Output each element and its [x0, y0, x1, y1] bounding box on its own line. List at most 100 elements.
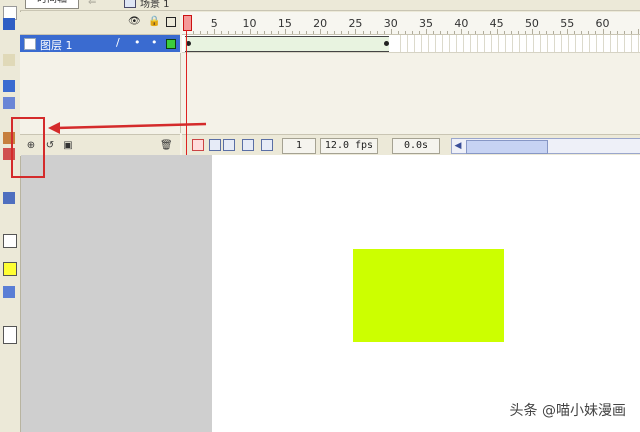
timeline-toggle-button[interactable]: 时间轴 — [25, 0, 79, 9]
frame-ruler[interactable]: 151015202530354045505560 — [182, 12, 640, 35]
rectangle-shape[interactable] — [353, 249, 504, 342]
ruler-tick — [539, 31, 540, 34]
pen-tool-icon[interactable] — [3, 97, 15, 109]
ruler-tick — [574, 31, 576, 34]
ruler-tick — [630, 31, 632, 34]
ruler-tick — [390, 29, 392, 34]
timeline-status-bar: 1 12.0 fps 0.0s ◀ — [182, 134, 640, 156]
elapsed-time-field: 0.0s — [392, 138, 440, 154]
ruler-tick — [284, 29, 286, 34]
ruler-tick — [440, 31, 442, 34]
ruler-tick — [369, 31, 371, 34]
playhead-line — [186, 30, 187, 155]
ruler-tick — [277, 31, 279, 34]
ruler-tick — [341, 31, 343, 34]
ruler-tick — [468, 31, 470, 34]
empty-frames[interactable] — [394, 35, 640, 52]
ruler-tick — [531, 29, 533, 34]
outline-color-icon[interactable] — [166, 39, 176, 49]
ruler-tick — [214, 29, 216, 34]
layer-row[interactable]: 图层 1 / • • — [20, 35, 180, 52]
ruler-tick — [546, 31, 548, 34]
add-motion-guide-icon[interactable]: ↺ — [44, 140, 56, 151]
ruler-tick — [320, 29, 322, 34]
watermark: 头条 @喵小妹漫画 — [509, 403, 626, 419]
ruler-tick — [235, 31, 237, 34]
ruler-tick — [616, 31, 618, 34]
outline-icon[interactable] — [166, 17, 176, 27]
ruler-tick — [306, 31, 308, 34]
scene-icon — [124, 0, 136, 8]
pointer-arrow-icon — [48, 122, 207, 134]
ruler-tick — [602, 29, 604, 34]
ruler-tick — [334, 31, 336, 34]
pencil-icon: / — [116, 36, 120, 49]
onion-skin-icon[interactable] — [209, 139, 221, 151]
subselect-tool-icon[interactable] — [3, 18, 15, 30]
ruler-tick — [454, 31, 456, 34]
ruler-tick — [433, 31, 435, 34]
ruler-tick — [221, 31, 223, 34]
ruler-tick — [503, 31, 505, 34]
ruler-tick — [496, 29, 498, 34]
ruler-tick — [376, 31, 378, 34]
ruler-tick — [207, 31, 209, 34]
trash-icon[interactable]: 🗑 — [160, 140, 173, 151]
ruler-tick — [553, 31, 555, 34]
ruler-tick — [291, 31, 293, 34]
ruler-tick — [193, 31, 195, 34]
ruler-tick — [609, 31, 611, 34]
ruler-tick — [581, 31, 583, 34]
ruler-tick — [256, 31, 258, 34]
keyframe-end[interactable] — [384, 41, 389, 46]
back-arrow-icon[interactable]: ⇐ — [88, 0, 108, 8]
ruler-tick — [623, 31, 625, 34]
ruler-tick — [475, 31, 477, 34]
lasso-tool-icon[interactable] — [3, 80, 15, 92]
lock-dot-icon[interactable]: • — [151, 36, 158, 49]
ruler-tick — [560, 31, 562, 34]
scene-breadcrumb[interactable]: 场景 1 — [124, 0, 170, 10]
fill-color-icon[interactable] — [3, 262, 17, 276]
tween-span[interactable] — [185, 36, 389, 52]
edit-multiple-frames-icon[interactable] — [242, 139, 254, 151]
center-frame-icon[interactable] — [192, 139, 204, 151]
swap-colors-icon[interactable] — [3, 286, 15, 298]
lock-icon[interactable]: 🔒 — [148, 17, 160, 27]
frame-rate-field[interactable]: 12.0 fps — [320, 138, 378, 154]
eye-icon[interactable]: 👁 — [128, 17, 141, 27]
insert-folder-icon[interactable]: ▣ — [62, 140, 74, 151]
ruler-tick — [355, 29, 357, 34]
modify-onion-markers-icon[interactable] — [261, 139, 273, 151]
ruler-tick — [517, 31, 519, 34]
ruler-tick — [404, 31, 406, 34]
layer-name[interactable]: 图层 1 — [40, 37, 73, 53]
line-tool-icon[interactable] — [3, 54, 15, 66]
options-icon[interactable] — [3, 326, 17, 344]
frames-row[interactable] — [182, 35, 640, 53]
document-tab-bar: 时间轴 ⇐ 场景 1 — [20, 0, 640, 11]
visibility-dot-icon[interactable]: • — [134, 36, 141, 49]
scene-label: 场景 1 — [140, 0, 170, 10]
playhead-marker[interactable] — [183, 15, 192, 31]
scroll-thumb[interactable] — [466, 140, 548, 154]
ruler-tick — [588, 31, 590, 34]
ruler-tick — [249, 29, 251, 34]
layer-icon — [24, 38, 36, 50]
stroke-color-icon[interactable] — [3, 234, 17, 248]
ruler-tick — [242, 31, 244, 34]
ruler-tick — [362, 31, 364, 34]
ruler-tick — [461, 29, 463, 34]
ruler-tick — [397, 31, 399, 34]
ruler-tick — [524, 31, 526, 34]
ruler-tick — [313, 31, 315, 34]
ruler-tick — [200, 31, 202, 34]
eyedropper-tool-icon[interactable] — [3, 192, 15, 204]
ruler-tick — [411, 31, 413, 34]
timeline-horizontal-scrollbar[interactable]: ◀ — [451, 138, 640, 154]
ruler-tick — [270, 31, 272, 34]
layers-header: 👁 🔒 — [20, 12, 180, 35]
onion-skin-outlines-icon[interactable] — [223, 139, 235, 151]
ruler-tick — [418, 31, 420, 34]
scroll-left-icon[interactable]: ◀ — [452, 139, 464, 153]
